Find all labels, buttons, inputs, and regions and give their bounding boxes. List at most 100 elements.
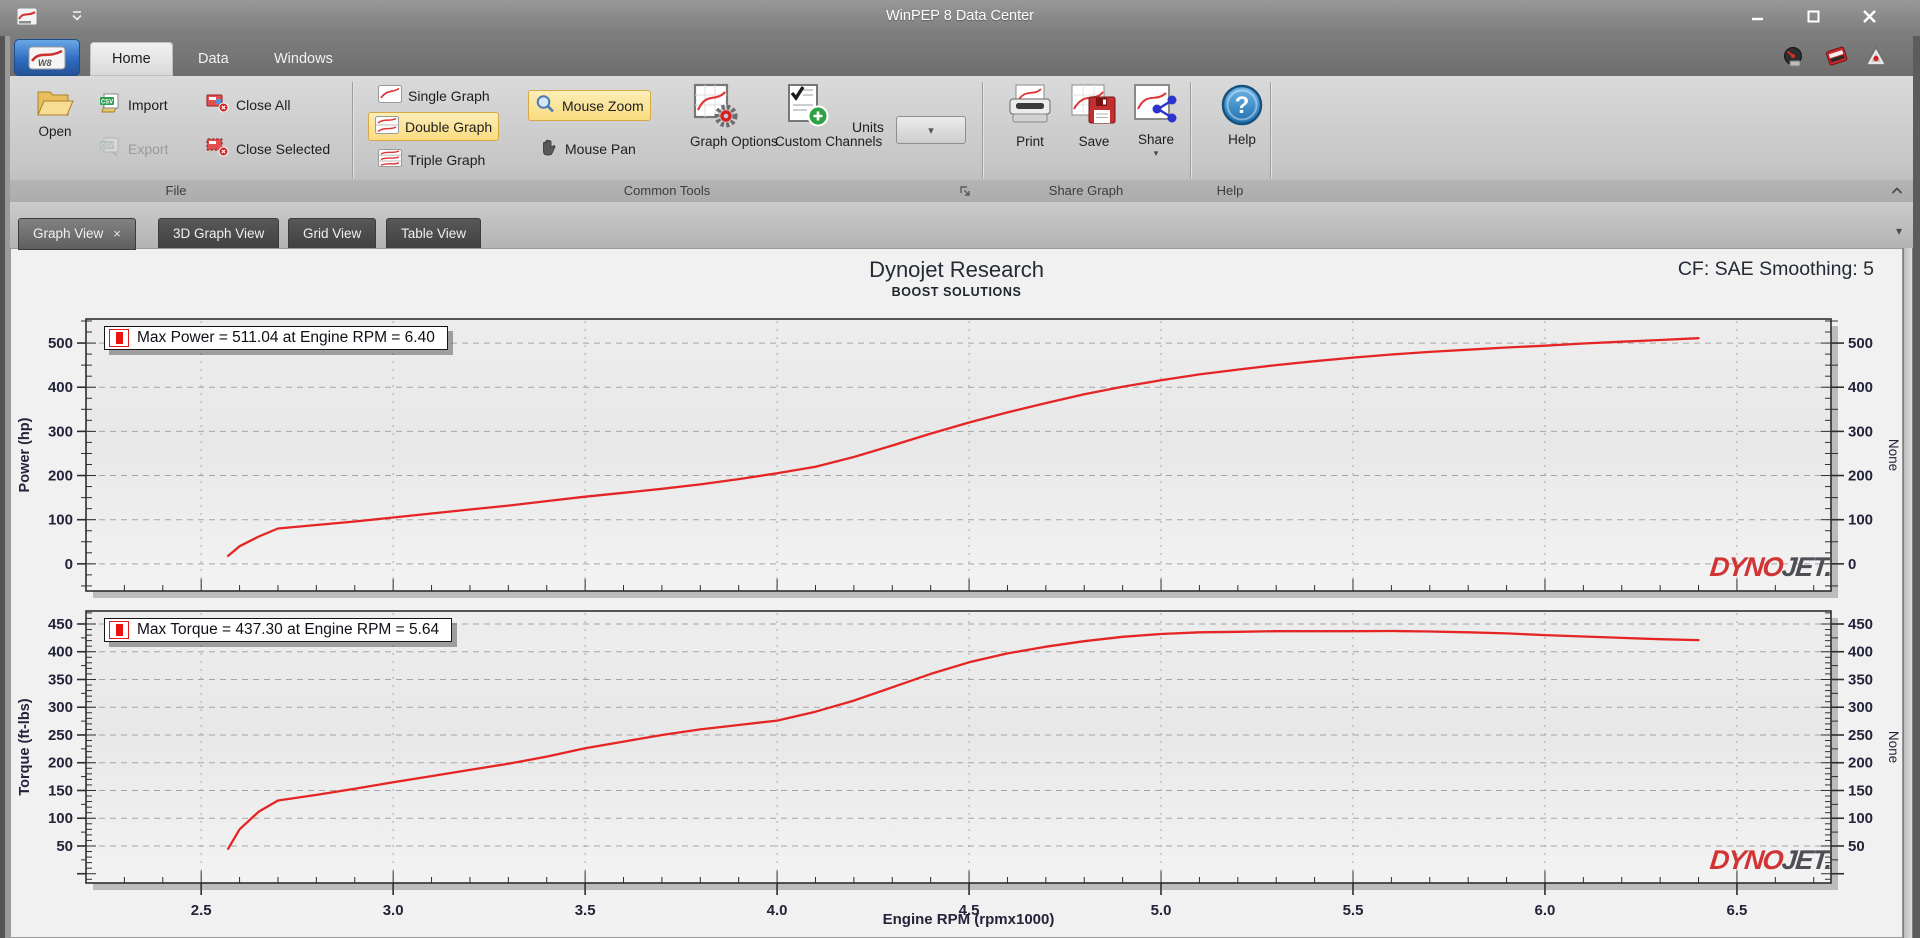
help-button[interactable]: ? Help: [1212, 80, 1272, 151]
minimize-button[interactable]: [1742, 6, 1772, 26]
double-graph-label: Double Graph: [405, 118, 493, 135]
open-label: Open: [38, 124, 72, 139]
close-button[interactable]: [1854, 6, 1884, 26]
svg-text:?: ?: [1235, 92, 1250, 119]
svg-text:None: None: [1886, 439, 1901, 471]
ribbon-tab-data[interactable]: Data: [176, 42, 251, 76]
mouse-zoom-button[interactable]: Mouse Zoom: [528, 90, 651, 121]
chevron-down-icon: ▾: [928, 124, 934, 137]
window-right-border: [1913, 36, 1920, 938]
share-button[interactable]: Share ▾: [1122, 80, 1190, 162]
svg-text:200: 200: [48, 755, 73, 772]
graph-options-button[interactable]: Graph Options: [678, 80, 778, 153]
svg-text:50: 50: [1848, 838, 1865, 855]
device-icon[interactable]: [1824, 45, 1850, 74]
group-separator: [1190, 82, 1191, 178]
chart-canvas[interactable]: 0 0 100 100 200 200 300 300 400 400 500 500 Power (h…: [11, 249, 1904, 938]
collapse-ribbon-button[interactable]: [1890, 184, 1904, 203]
winpep-window: WinPEP 8 Data Center W8 Home Data Window…: [0, 0, 1920, 938]
import-button[interactable]: CSV Import: [92, 90, 174, 119]
svg-text:Torque (ft-lbs): Torque (ft-lbs): [17, 698, 33, 795]
close-tab-icon[interactable]: ×: [113, 226, 121, 241]
svg-text:300: 300: [48, 423, 73, 440]
export-label: Export: [128, 140, 169, 157]
gauge-icon[interactable]: [1782, 45, 1804, 72]
warning-triangle-icon[interactable]: [1864, 45, 1888, 72]
triple-graph-button[interactable]: Triple Graph: [372, 146, 491, 173]
tab-grid-view[interactable]: Grid View: [288, 218, 377, 250]
power-series-swatch: [109, 329, 129, 347]
svg-text:400: 400: [1848, 379, 1873, 396]
help-icon: ?: [1220, 83, 1264, 130]
document-tab-bar: Graph View × 3D Graph View Grid View Tabl…: [0, 202, 1920, 250]
close-all-label: Close All: [236, 96, 291, 113]
svg-text:0: 0: [1848, 556, 1856, 573]
svg-text:200: 200: [48, 468, 73, 485]
double-graph-icon: [375, 116, 399, 137]
svg-text:350: 350: [48, 671, 73, 688]
single-graph-button[interactable]: Single Graph: [372, 82, 496, 109]
group-label-share-graph: Share Graph: [1048, 183, 1124, 198]
ribbon-tab-windows[interactable]: Windows: [252, 42, 355, 76]
close-selected-button[interactable]: Close Selected: [200, 134, 336, 163]
ribbon-group-label-row: File Common Tools Share Graph Help: [0, 180, 1920, 202]
right-scroll-strip[interactable]: [1903, 248, 1913, 938]
ribbon: Open CSV Import CSV Export Close All Clo…: [0, 76, 1920, 203]
svg-text:400: 400: [48, 379, 73, 396]
close-all-icon: [206, 93, 230, 116]
torque-legend-text: Max Torque = 437.30 at Engine RPM = 5.64: [137, 621, 440, 638]
power-legend-text: Max Power = 511.04 at Engine RPM = 6.40: [137, 329, 435, 346]
svg-text:100: 100: [48, 810, 73, 827]
x-axis-title: Engine RPM (rpmx1000): [882, 911, 1055, 928]
units-dropdown[interactable]: ▾: [896, 116, 966, 144]
svg-text:W8: W8: [38, 58, 52, 68]
tab-list-dropdown-icon[interactable]: ▾: [1896, 224, 1902, 238]
graph-options-icon: [693, 83, 741, 132]
save-floppy-icon: [1070, 83, 1118, 132]
group-separator: [982, 82, 983, 178]
maximize-button[interactable]: [1798, 6, 1828, 26]
svg-text:50: 50: [56, 838, 73, 855]
application-menu-button[interactable]: W8: [14, 39, 80, 76]
svg-text:200: 200: [1848, 468, 1873, 485]
group-label-common-tools: Common Tools: [623, 183, 711, 198]
torque-series-swatch: [109, 621, 129, 639]
group-label-file: File: [165, 183, 187, 198]
svg-text:None: None: [1886, 731, 1901, 763]
ribbon-tab-home[interactable]: Home: [90, 42, 173, 76]
printer-icon: [1006, 83, 1054, 132]
print-button[interactable]: Print: [996, 80, 1064, 153]
group-label-help: Help: [1216, 183, 1244, 198]
svg-text:0: 0: [65, 556, 73, 573]
csv-import-icon: CSV: [98, 93, 122, 116]
svg-text:400: 400: [1848, 644, 1873, 661]
common-tools-dialog-launcher[interactable]: [958, 184, 972, 203]
single-graph-icon: [378, 85, 402, 106]
svg-text:300: 300: [1848, 423, 1873, 440]
share-dropdown-icon: ▾: [1153, 148, 1159, 158]
folder-open-icon: [35, 85, 75, 122]
svg-text:450: 450: [1848, 616, 1873, 633]
custom-channels-button[interactable]: Custom Channels: [762, 80, 883, 153]
close-selected-label: Close Selected: [236, 140, 331, 157]
mouse-pan-button[interactable]: Mouse Pan: [532, 134, 642, 163]
tab-3d-graph-view[interactable]: 3D Graph View: [158, 218, 280, 250]
svg-text:100: 100: [48, 512, 73, 529]
tab-table-view[interactable]: Table View: [386, 218, 482, 250]
export-button[interactable]: CSV Export: [92, 134, 174, 163]
svg-text:150: 150: [1848, 782, 1873, 799]
custom-channels-label: Custom Channels: [775, 134, 883, 149]
window-title: WinPEP 8 Data Center: [885, 8, 1035, 24]
mouse-pan-label: Mouse Pan: [565, 140, 636, 157]
close-all-button[interactable]: Close All: [200, 90, 296, 119]
svg-text:200: 200: [1848, 755, 1873, 772]
svg-text:500: 500: [1848, 335, 1873, 352]
save-button[interactable]: Save: [1060, 80, 1128, 153]
open-button[interactable]: Open: [20, 82, 90, 143]
mouse-zoom-label: Mouse Zoom: [562, 97, 644, 114]
double-graph-button[interactable]: Double Graph: [368, 112, 500, 141]
tab-graph-view[interactable]: Graph View ×: [18, 218, 136, 250]
hand-pan-icon: [538, 137, 559, 160]
svg-text:250: 250: [1848, 727, 1873, 744]
svg-text:150: 150: [48, 782, 73, 799]
